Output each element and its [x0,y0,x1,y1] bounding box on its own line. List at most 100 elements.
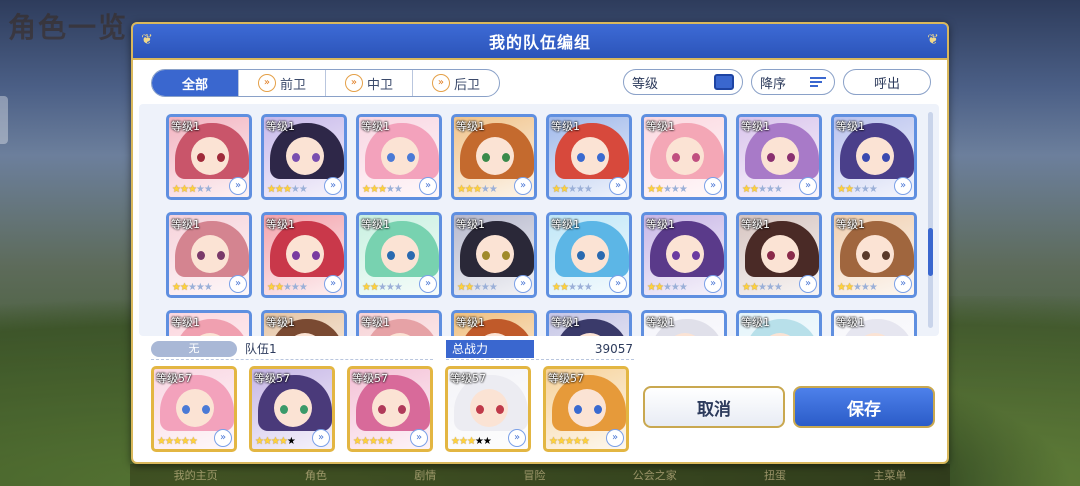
character-level: 等级57 [548,372,584,385]
role-chevron-icon: » [609,275,627,293]
character-card[interactable]: 等级1★★★★★» [736,212,822,298]
star-icon: ★ [580,436,590,447]
role-chevron-icon: » [514,177,532,195]
star-icon: ★ [488,184,498,195]
character-card[interactable]: 等级1★★★★★» [546,114,632,200]
character-level: 等级1 [171,316,200,329]
character-card[interactable]: 等级1★★★★★» [356,310,442,336]
role-chevron-icon: » [419,177,437,195]
role-chevron-icon: » [410,429,428,447]
star-icon: ★ [480,184,490,195]
character-card[interactable]: 等级1 ★★★★★ » [356,212,442,298]
roster-scroll-thumb[interactable] [928,228,933,276]
save-button[interactable]: 保存 [793,386,935,428]
party-slot[interactable]: 等级57 ★★★★★» [249,366,335,452]
character-card[interactable]: 等级1★★★★★» [641,310,727,336]
star-icon: ★ [575,184,585,195]
star-icon: ★ [868,184,878,195]
character-level: 等级1 [646,120,675,133]
star-icon: ★ [860,282,870,293]
character-card[interactable]: 等级1★★★★★» [736,310,822,336]
character-eye [202,405,210,414]
character-card[interactable]: 等级1★★★★★» [641,114,727,200]
star-rating: ★★★★★ [451,436,492,447]
character-level: 等级1 [361,218,390,231]
star-icon: ★ [773,282,783,293]
star-icon: ★ [377,184,387,195]
roster-scrollbar[interactable] [928,112,933,328]
party-slot[interactable]: 等级57 ★★★★★» [347,366,433,452]
tab-all[interactable]: 全部 [152,70,238,96]
character-card[interactable]: 等级1★★★★★» [166,212,252,298]
character-level: 等级1 [456,120,485,133]
character-eye [767,251,775,260]
character-card[interactable]: 等级1★★★★★» [451,212,537,298]
sort-lines-icon [810,77,826,87]
role-chevron-icon: » [214,429,232,447]
background-nav-item: 扭蛋 [764,469,787,482]
star-icon: ★ [298,184,308,195]
character-level: 等级1 [836,316,865,329]
role-chevron-icon: » [508,429,526,447]
role-chevron-icon: » [894,275,912,293]
star-icon: ★ [837,282,846,293]
character-eye [597,251,605,260]
sort-order-button[interactable]: 降序 [751,69,835,95]
role-chevron-icon: » [419,275,437,293]
star-icon: ★ [377,282,387,293]
star-icon: ★ [172,436,182,447]
star-icon: ★ [203,184,213,195]
star-icon: ★ [164,436,174,447]
character-card[interactable]: 等级1★★★★★» [166,114,252,200]
character-roster[interactable]: 等级1 ★★★★★» 等级1 ★★★★★» 等级1 ★★★★★» 等级1 ★★★★★» 等级1 ★… [139,104,939,336]
back-role-icon: » [431,74,450,92]
star-icon: ★ [195,184,205,195]
character-card[interactable]: 等级1★★★★★» [356,114,442,200]
character-card[interactable]: 等级1★★★★★» [831,212,917,298]
cancel-button[interactable]: 取消 [643,386,785,428]
star-icon: ★ [466,436,476,447]
character-card[interactable]: 等级1★★★★★» [451,114,537,200]
character-eye [574,405,582,414]
sort-by-level-button[interactable]: 等级 [623,69,743,95]
star-rating: ★★★★★ [742,282,783,293]
character-eye [387,153,395,162]
tab-front[interactable]: » 前卫 [238,70,325,96]
character-card[interactable]: 等级1★★★★★» [736,114,822,200]
star-icon: ★ [482,436,492,447]
call-button[interactable]: 呼出 [843,69,931,95]
tab-back[interactable]: » 后卫 [412,70,499,96]
party-slot[interactable]: 等级57 ★★★★★» [151,366,237,452]
character-card[interactable]: 等级1★★★★★» [546,212,632,298]
star-icon: ★ [384,436,394,447]
star-icon: ★ [457,184,466,195]
character-level: 等级1 [266,218,295,231]
star-rating: ★★★★★ [457,282,498,293]
character-card[interactable]: 等级1★★★★★» [261,114,347,200]
role-chevron-icon: » [324,275,342,293]
character-card[interactable]: 等级1★★★★★» [831,114,917,200]
party-slot[interactable]: 等级57 ★★★★★» [445,366,531,452]
star-icon: ★ [369,282,379,293]
role-chevron-icon: » [609,177,627,195]
star-icon: ★ [362,282,371,293]
tab-middle[interactable]: » 中卫 [325,70,412,96]
role-chevron-icon: » [894,177,912,195]
role-chevron-icon: » [229,177,247,195]
party-slot[interactable]: 等级57 ★★★★★» [543,366,629,452]
character-eye [387,251,395,260]
character-card[interactable]: 等级1★★★★★» [831,310,917,336]
star-rating: ★★★★★ [362,282,403,293]
character-card[interactable]: 等级1★★★★★» [261,310,347,336]
character-card[interactable]: 等级1 ★★★★★ » [261,212,347,298]
star-icon: ★ [274,282,284,293]
character-card[interactable]: 等级1★★★★★» [166,310,252,336]
tab-label: 后卫 [453,77,480,93]
role-filter-tabs: 全部» 前卫» 中卫» 后卫 [151,69,500,97]
star-icon: ★ [157,436,166,447]
character-level: 等级1 [646,316,675,329]
star-rating: ★★★★★ [267,282,308,293]
character-card[interactable]: 等级1★★★★★» [641,212,727,298]
character-card[interactable]: 等级1★★★★★» [546,310,632,336]
character-card[interactable]: 等级1★★★★★» [451,310,537,336]
